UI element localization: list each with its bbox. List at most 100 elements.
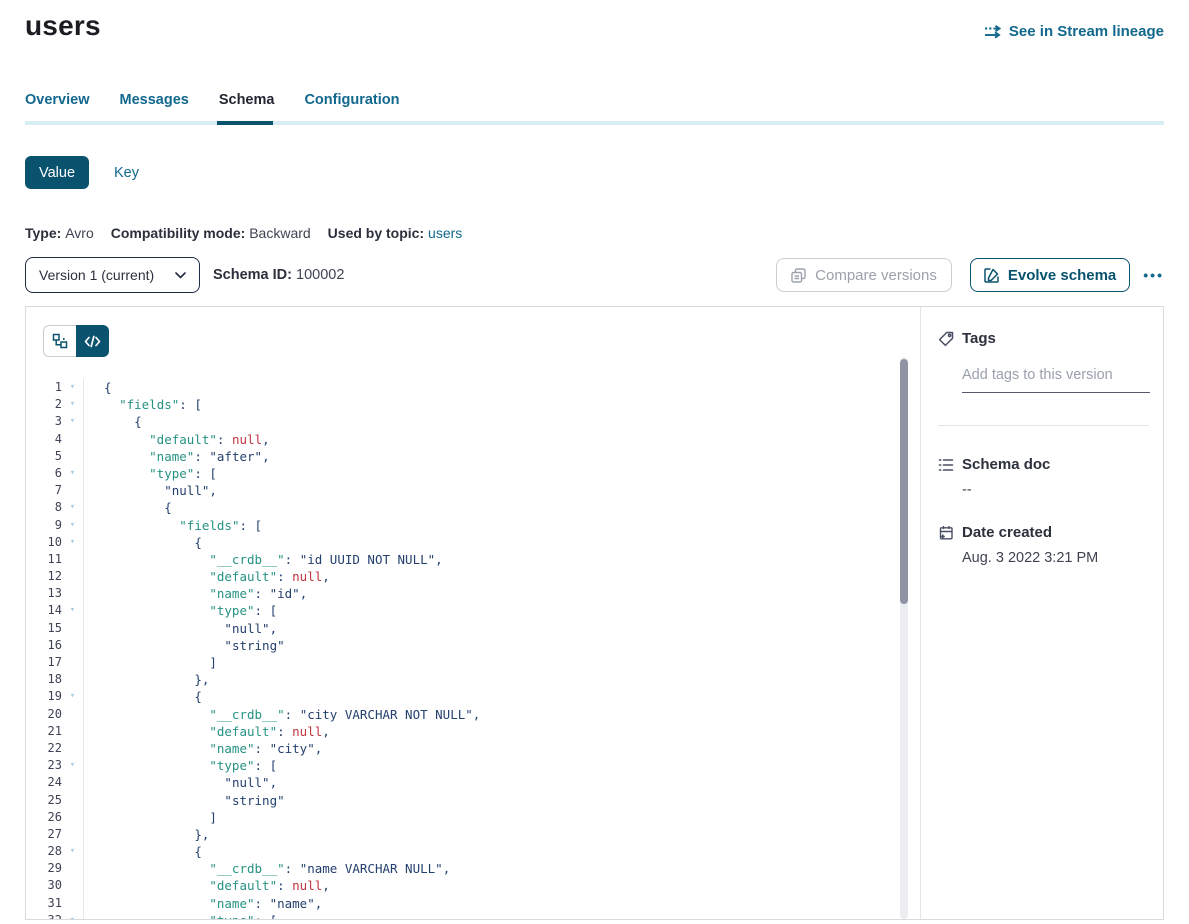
code-text: "null",: [84, 620, 277, 637]
code-line: 29 "__crdb__": "name VARCHAR NULL",: [26, 860, 920, 877]
fold-caret-icon[interactable]: ▾: [62, 912, 84, 919]
sidebar-divider: [938, 425, 1149, 426]
code-line: 25 "string": [26, 792, 920, 809]
code-line: 26 ]: [26, 809, 920, 826]
code-line: 7 "null",: [26, 482, 920, 499]
tab-messages[interactable]: Messages: [120, 92, 189, 108]
code-text: "type": [: [84, 912, 277, 919]
key-tab-link[interactable]: Key: [114, 165, 139, 181]
page: users See in Stream lineage Overview Mess…: [0, 8, 1189, 920]
code-line: 24 "null",: [26, 774, 920, 791]
fold-caret-empty: [62, 482, 84, 499]
fold-caret-icon[interactable]: ▾: [62, 517, 84, 534]
code-view-button[interactable]: [76, 325, 109, 357]
tab-bar: Overview Messages Schema Configuration: [25, 92, 1164, 108]
code-line: 5 "name": "after",: [26, 448, 920, 465]
fold-caret-empty: [62, 723, 84, 740]
schema-doc-value: --: [962, 482, 1149, 498]
line-number: 22: [26, 740, 62, 757]
code-text: {: [84, 688, 202, 705]
version-select[interactable]: Version 1 (current): [25, 257, 200, 293]
tab-configuration[interactable]: Configuration: [304, 92, 399, 108]
fold-caret-empty: [62, 671, 84, 688]
schema-panel: 1▾{2▾ "fields": [3▾ {4 "default": null,5…: [25, 306, 1164, 920]
fold-caret-icon[interactable]: ▾: [62, 534, 84, 551]
line-number: 21: [26, 723, 62, 740]
code-text: {: [84, 413, 142, 430]
fold-caret-empty: [62, 895, 84, 912]
code-line: 14▾ "type": [: [26, 602, 920, 619]
tags-section-header: Tags: [938, 330, 1149, 347]
see-in-stream-lineage-link[interactable]: See in Stream lineage: [984, 23, 1164, 40]
scrollbar-track[interactable]: [900, 357, 908, 919]
meta-compatibility-mode: Compatibility mode: Backward: [111, 225, 311, 241]
line-number: 17: [26, 654, 62, 671]
code-line: 13 "name": "id",: [26, 585, 920, 602]
evolve-schema-label: Evolve schema: [1008, 267, 1116, 284]
line-number: 2: [26, 396, 62, 413]
fold-caret-icon[interactable]: ▾: [62, 499, 84, 516]
view-toggle-group: [43, 325, 109, 357]
code-text: "type": [: [84, 465, 217, 482]
value-tab-button[interactable]: Value: [25, 156, 89, 189]
line-number: 28: [26, 843, 62, 860]
code-text: "type": [: [84, 602, 277, 619]
line-number: 29: [26, 860, 62, 877]
code-line: 21 "default": null,: [26, 723, 920, 740]
fold-caret-empty: [62, 551, 84, 568]
fold-caret-empty: [62, 860, 84, 877]
code-text: "name": "after",: [84, 448, 270, 465]
line-number: 10: [26, 534, 62, 551]
fold-caret-empty: [62, 637, 84, 654]
fold-caret-icon[interactable]: ▾: [62, 413, 84, 430]
scrollbar-thumb[interactable]: [900, 359, 908, 604]
line-number: 30: [26, 877, 62, 894]
fold-caret-icon[interactable]: ▾: [62, 757, 84, 774]
code-text: "type": [: [84, 757, 277, 774]
code-text: "default": null,: [84, 568, 330, 585]
list-icon: [938, 457, 954, 473]
line-number: 32: [26, 912, 62, 919]
code-text: "null",: [84, 774, 277, 791]
code-line: 3▾ {: [26, 413, 920, 430]
evolve-schema-button[interactable]: Evolve schema: [970, 258, 1130, 292]
line-number: 27: [26, 826, 62, 843]
fold-caret-icon[interactable]: ▾: [62, 843, 84, 860]
code-text: "string": [84, 637, 285, 654]
fold-caret-icon[interactable]: ▾: [62, 602, 84, 619]
fold-caret-empty: [62, 585, 84, 602]
fold-caret-empty: [62, 706, 84, 723]
code-line: 10▾ {: [26, 534, 920, 551]
tag-icon: [938, 331, 954, 347]
meta-value[interactable]: users: [428, 225, 462, 241]
code-text: ]: [84, 809, 217, 826]
fold-caret-icon[interactable]: ▾: [62, 688, 84, 705]
add-tags-input[interactable]: [962, 367, 1150, 393]
code-text: "fields": [: [84, 517, 262, 534]
fold-caret-empty: [62, 877, 84, 894]
tree-view-button[interactable]: [43, 325, 76, 357]
code-line: 19▾ {: [26, 688, 920, 705]
compare-versions-button[interactable]: Compare versions: [776, 258, 952, 292]
tab-schema[interactable]: Schema: [219, 92, 275, 108]
fold-caret-icon[interactable]: ▾: [62, 465, 84, 482]
code-line: 12 "default": null,: [26, 568, 920, 585]
line-number: 24: [26, 774, 62, 791]
fold-caret-empty: [62, 792, 84, 809]
line-number: 26: [26, 809, 62, 826]
line-number: 6: [26, 465, 62, 482]
code-text: ]: [84, 654, 217, 671]
code-text: "__crdb__": "id UUID NOT NULL",: [84, 551, 443, 568]
meta-type: Type: Avro: [25, 225, 94, 241]
line-number: 5: [26, 448, 62, 465]
more-options-button[interactable]: •••: [1143, 267, 1164, 283]
fold-caret-empty: [62, 568, 84, 585]
tab-active-indicator: [217, 121, 273, 125]
fold-caret-icon[interactable]: ▾: [62, 379, 84, 396]
fold-caret-empty: [62, 431, 84, 448]
line-number: 1: [26, 379, 62, 396]
fold-caret-icon[interactable]: ▾: [62, 396, 84, 413]
line-number: 23: [26, 757, 62, 774]
code-line: 17 ]: [26, 654, 920, 671]
tab-overview[interactable]: Overview: [25, 92, 90, 108]
